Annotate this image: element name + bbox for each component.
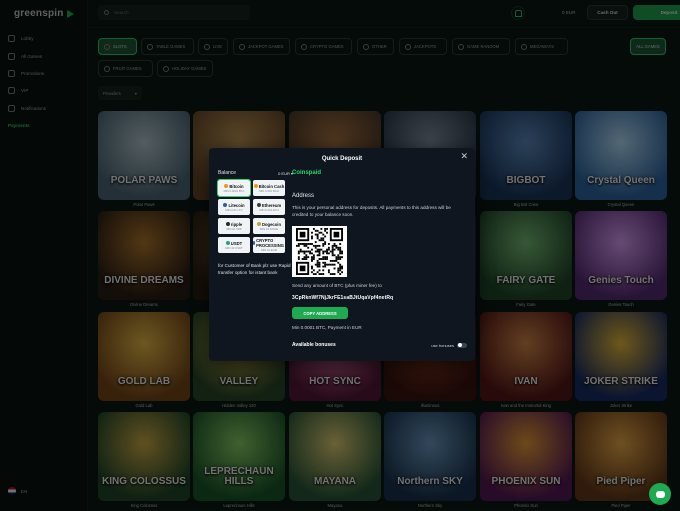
balance-row: Balance 0 EUR ▾ — [218, 168, 293, 178]
balance-label: Balance — [218, 170, 237, 176]
coin-logo-icon — [224, 184, 229, 188]
coin-minimum: MIN 0.001 ETH — [259, 207, 279, 212]
coin-option-ripple[interactable]: ripple MIN 10 XRP — [218, 218, 250, 234]
coin-logo-icon — [225, 222, 230, 226]
coin-logo-icon — [256, 222, 261, 226]
coin-option-dogecoin[interactable]: Dogecoin MIN 10 DOGE — [253, 218, 285, 234]
coin-logo-icon — [225, 241, 230, 245]
available-bonuses-label: Available bonuses — [292, 342, 336, 348]
modal-title: Quick Deposit — [321, 156, 363, 162]
payment-methods-panel: Balance 0 EUR ▾ Bitcoin MIN 0.0001 BTC Bit… — [217, 168, 293, 276]
coin-minimum: MIN 0.0001 BTC — [223, 188, 245, 193]
provider-name: Coinspaid — [292, 170, 322, 176]
address-description: This is your personal address for deposi… — [292, 205, 451, 217]
coin-option-bitcoin[interactable]: Bitcoin MIN 0.0001 BTC — [217, 179, 251, 197]
coin-minimum: MIN 10 DOGE — [259, 226, 279, 231]
copy-address-button[interactable]: COPY ADDRESS — [292, 307, 348, 319]
coin-name: CRYPTO PROCESSING — [252, 238, 286, 248]
coin-logo-icon — [253, 184, 258, 188]
qr-code — [292, 226, 347, 277]
use-bonuses-control[interactable]: use bonuses — [431, 342, 467, 348]
coin-option-bitcoin-cash[interactable]: Bitcoin Cash MIN 0.001 BCH — [253, 180, 285, 196]
bank-transfer-note: for Customer of Bank plz use Rapid trans… — [218, 263, 291, 275]
coin-minimum: MIN 10 USDT — [225, 245, 243, 250]
qr-code-graphic — [296, 228, 343, 275]
use-bonuses-toggle[interactable] — [457, 342, 467, 348]
bonus-row: Available bonuses use bonuses — [292, 342, 467, 348]
send-instruction: Send any amount of BTC (plus miner fee) … — [292, 283, 382, 288]
address-heading: Address — [292, 193, 315, 199]
coin-option-litecoin[interactable]: Litecoin MIN 0.01 LTC — [218, 199, 250, 215]
coin-minimum: MIN 10 XRP — [226, 226, 242, 231]
coin-logo-icon — [256, 203, 261, 207]
coin-minimum: MIN 10 EUR — [261, 248, 277, 252]
close-icon[interactable]: ✕ — [460, 151, 468, 162]
minimum-deposit-note: Min 0.0001 BTC, Payment in EUR — [292, 325, 362, 330]
coin-minimum: MIN 0.001 BCH — [259, 188, 279, 193]
quick-deposit-modal: Quick Deposit ✕ Balance 0 EUR ▾ Bitcoin M… — [209, 148, 475, 361]
coin-logo-icon — [223, 203, 228, 207]
coin-option-ethereum[interactable]: Ethereum MIN 0.001 ETH — [253, 199, 285, 215]
use-bonuses-label: use bonuses — [431, 342, 454, 348]
coin-minimum: MIN 0.01 LTC — [225, 207, 243, 212]
live-chat-icon[interactable] — [649, 483, 671, 505]
coin-option-crypto-processing[interactable]: CRYPTO PROCESSING MIN 10 EUR — [252, 237, 286, 253]
coin-list: Bitcoin MIN 0.0001 BTC Bitcoin Cash MIN 0.0… — [217, 179, 293, 253]
btc-address[interactable]: 3CpRknWf7NjJkrFE1saBJtUqaVpf4netRq — [292, 295, 393, 301]
coin-option-usdt[interactable]: USDT MIN 10 USDT — [218, 237, 250, 253]
coin-name-label: CRYPTO PROCESSING — [256, 238, 285, 248]
coin-logo-icon — [252, 241, 256, 245]
balance-currency-select[interactable]: 0 EUR ▾ — [278, 171, 293, 176]
